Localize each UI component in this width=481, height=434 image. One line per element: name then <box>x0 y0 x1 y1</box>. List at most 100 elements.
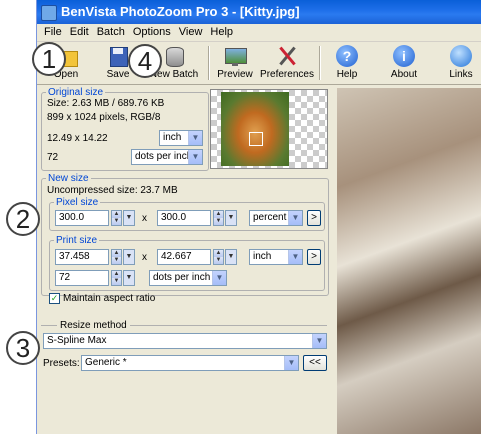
print-width-menu-button[interactable]: ▼ <box>123 249 135 265</box>
chevron-down-icon: ▼ <box>312 334 326 348</box>
original-unit-value: inch <box>163 132 182 143</box>
pixel-unit-select[interactable]: percent ▼ <box>249 210 303 226</box>
spin-down-icon: ▼ <box>214 257 223 264</box>
print-height-input[interactable]: 42.667 <box>157 249 211 265</box>
menu-edit[interactable]: Edit <box>66 24 93 41</box>
maintain-aspect-label: Maintain aspect ratio <box>63 293 156 304</box>
resize-method-legend: Resize method <box>57 320 130 331</box>
database-icon <box>162 45 186 67</box>
pixel-arrow-button[interactable]: > <box>307 210 321 226</box>
pixel-width-spinner[interactable]: ▲ ▼ <box>111 210 122 226</box>
menu-view[interactable]: View <box>175 24 207 41</box>
callout-3: 3 <box>6 331 40 365</box>
help-label: Help <box>336 69 358 80</box>
original-resolution: 72 <box>47 152 59 163</box>
disk-icon <box>106 45 130 67</box>
monitor-icon <box>223 45 247 67</box>
links-button[interactable]: Links <box>441 42 481 84</box>
spin-up-icon: ▲ <box>112 271 121 278</box>
navigator-thumbnail[interactable] <box>210 89 328 169</box>
original-res-unit-value: dots per inch <box>135 151 193 162</box>
spin-up-icon: ▲ <box>112 250 121 257</box>
original-unit-select[interactable]: inch ▼ <box>159 130 203 146</box>
print-resolution-spinner[interactable]: ▲ ▼ <box>111 270 122 286</box>
globe-icon <box>449 45 473 67</box>
print-height-menu-button[interactable]: ▼ <box>225 249 237 265</box>
presets-label: Presets: <box>43 358 80 369</box>
print-arrow-button[interactable]: > <box>307 249 321 265</box>
chevron-down-icon: ▼ <box>288 211 302 225</box>
preview-button[interactable]: Preview <box>213 42 257 84</box>
spin-down-icon: ▼ <box>112 278 121 285</box>
links-label: Links <box>449 69 473 80</box>
print-size-legend: Print size <box>56 235 98 246</box>
callout-4: 4 <box>128 44 162 78</box>
info-icon: i <box>392 45 416 67</box>
print-height-spinner[interactable]: ▲ ▼ <box>213 249 224 265</box>
menu-batch[interactable]: Batch <box>93 24 129 41</box>
image-preview[interactable] <box>337 88 481 434</box>
original-dimensions: 12.49 x 14.22 <box>47 133 108 144</box>
preferences-button[interactable]: Preferences <box>259 42 315 84</box>
pixel-unit-value: percent <box>253 212 287 223</box>
window-title: BenVista PhotoZoom Pro 3 - [Kitty.jpg] <box>61 4 300 19</box>
print-unit-select[interactable]: inch ▼ <box>249 249 303 265</box>
menu-bar: File Edit Batch Options View Help <box>37 24 481 42</box>
spin-down-icon: ▼ <box>112 218 121 225</box>
tools-icon <box>275 45 299 67</box>
original-size-legend: Original size <box>48 87 104 98</box>
pixel-height-menu-button[interactable]: ▼ <box>225 210 237 226</box>
print-unit-value: inch <box>253 251 272 262</box>
print-res-unit-select[interactable]: dots per inch ▼ <box>149 270 227 286</box>
spin-down-icon: ▼ <box>214 218 223 225</box>
pixel-width-menu-button[interactable]: ▼ <box>123 210 135 226</box>
print-resolution-menu-button[interactable]: ▼ <box>123 270 135 286</box>
print-res-unit-value: dots per inch <box>153 272 211 283</box>
print-width-input[interactable]: 37.458 <box>55 249 109 265</box>
chevron-down-icon: ▼ <box>188 131 202 145</box>
spin-up-icon: ▲ <box>214 211 223 218</box>
chevron-down-icon: ▼ <box>212 271 226 285</box>
view-rectangle[interactable] <box>249 132 263 146</box>
callout-1: 1 <box>32 42 66 76</box>
toolbar: Open Save New Batch Preview Preferences … <box>37 42 481 85</box>
new-size-legend: New size <box>48 173 89 184</box>
presets-back-button[interactable]: << <box>303 355 327 371</box>
thumbnail-image <box>221 92 289 166</box>
menu-help[interactable]: Help <box>206 24 237 41</box>
toolbar-separator <box>208 46 210 80</box>
app-icon <box>41 5 57 21</box>
pixel-width-input[interactable]: 300.0 <box>55 210 109 226</box>
resize-method-select[interactable]: S-Spline Max ▼ <box>43 333 327 349</box>
toolbar-separator <box>319 46 321 80</box>
about-button[interactable]: i About <box>383 42 425 84</box>
menu-options[interactable]: Options <box>129 24 175 41</box>
spin-up-icon: ▲ <box>112 211 121 218</box>
callout-2: 2 <box>6 202 40 236</box>
chevron-down-icon: ▼ <box>284 356 298 370</box>
maintain-aspect-checkbox[interactable]: ✓ <box>49 293 60 304</box>
presets-value: Generic * <box>85 357 127 368</box>
pixel-height-spinner[interactable]: ▲ ▼ <box>213 210 224 226</box>
uncompressed-size: Uncompressed size: 23.7 MB <box>47 185 178 196</box>
pixel-height-input[interactable]: 300.0 <box>157 210 211 226</box>
original-res-unit-select[interactable]: dots per inch ▼ <box>131 149 203 165</box>
spin-down-icon: ▼ <box>112 257 121 264</box>
app-window: BenVista PhotoZoom Pro 3 - [Kitty.jpg] F… <box>36 0 481 434</box>
resize-method-value: S-Spline Max <box>47 335 107 346</box>
preview-label: Preview <box>217 69 253 80</box>
title-bar: BenVista PhotoZoom Pro 3 - [Kitty.jpg] <box>37 0 481 24</box>
pixel-size-legend: Pixel size <box>56 197 99 208</box>
pixel-times-label: x <box>142 213 147 224</box>
chevron-down-icon: ▼ <box>188 150 202 164</box>
about-label: About <box>390 69 418 80</box>
spin-up-icon: ▲ <box>214 250 223 257</box>
preferences-label: Preferences <box>260 69 314 80</box>
print-times-label: x <box>142 252 147 263</box>
print-width-spinner[interactable]: ▲ ▼ <box>111 249 122 265</box>
chevron-down-icon: ▼ <box>288 250 302 264</box>
presets-select[interactable]: Generic * ▼ <box>81 355 299 371</box>
help-button[interactable]: ? Help <box>327 42 367 84</box>
menu-file[interactable]: File <box>40 24 66 41</box>
print-resolution-input[interactable]: 72 <box>55 270 109 286</box>
